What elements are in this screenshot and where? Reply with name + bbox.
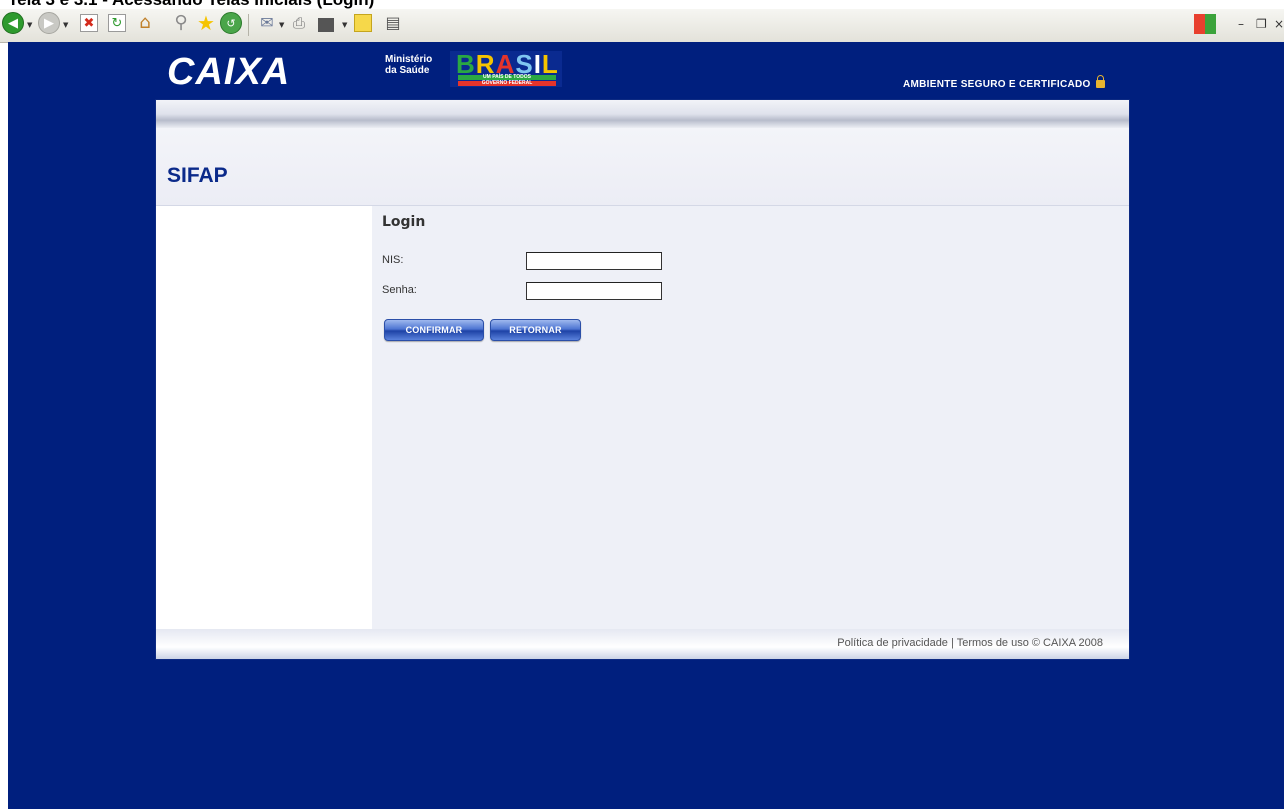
edit-icon[interactable]	[318, 18, 334, 32]
document-caption: Tela 3 e 3.1 - Acessando Telas Iniciais …	[8, 0, 374, 9]
restore-icon[interactable]: ❐	[1256, 17, 1267, 31]
ministerio-line2: da Saúde	[385, 65, 430, 76]
login-panel: Login NIS: Senha: CONFIRMAR RETORNAR	[372, 206, 1129, 629]
home-icon[interactable]: ⌂	[134, 12, 156, 34]
notes-icon[interactable]	[354, 14, 372, 32]
governo-federal-logo: BRASIL UM PAÍS DE TODOS GOVERNO FEDERAL	[450, 51, 562, 87]
print-icon[interactable]: ⎙	[288, 12, 310, 34]
search-icon[interactable]: ⚲	[170, 12, 192, 34]
browser-toolbar: ◀ ▼ ▶ ▼ ✖ ↻ ⌂ ⚲ ★ ↺ ✉ ▼ ⎙ ▼ ▤ – ❐ ×	[0, 9, 1284, 43]
research-icon[interactable]: ▤	[382, 12, 404, 34]
stop-icon[interactable]: ✖	[80, 14, 98, 32]
left-column	[156, 206, 372, 629]
edit-dropdown-icon[interactable]: ▼	[342, 21, 347, 29]
mail-dropdown-icon[interactable]: ▼	[279, 21, 284, 29]
refresh-icon[interactable]: ↻	[108, 14, 126, 32]
forward-dropdown-icon[interactable]: ▼	[63, 21, 68, 29]
ministerio-line1: Ministério	[385, 54, 433, 65]
return-button[interactable]: RETORNAR	[490, 319, 581, 341]
secure-text: AMBIENTE SEGURO E CERTIFICADO	[903, 79, 1091, 90]
history-icon[interactable]: ↺	[220, 12, 242, 34]
windows-logo-icon	[1194, 14, 1216, 34]
toolbar-separator	[248, 14, 249, 36]
login-heading: Login	[382, 214, 426, 230]
lock-icon	[1095, 75, 1105, 88]
browser-viewport: CAIXA Ministério da Saúde BRASIL UM PAÍS…	[8, 42, 1284, 809]
header-bar	[156, 100, 1129, 128]
page-title: SIFAP	[167, 164, 228, 187]
footer: Política de privacidade | Termos de uso …	[156, 629, 1129, 659]
mail-icon[interactable]: ✉	[256, 12, 278, 34]
senha-input[interactable]	[526, 282, 662, 300]
page-container: SIFAP Login NIS: Senha: CONFIRMAR RETORN…	[156, 100, 1129, 659]
minimize-icon[interactable]: –	[1238, 17, 1244, 31]
confirm-button[interactable]: CONFIRMAR	[384, 319, 484, 341]
brasil-govt: GOVERNO FEDERAL	[458, 81, 556, 86]
back-dropdown-icon[interactable]: ▼	[27, 21, 32, 29]
forward-icon[interactable]: ▶	[38, 12, 60, 34]
back-icon[interactable]: ◀	[2, 12, 24, 34]
nis-input[interactable]	[526, 252, 662, 270]
senha-label: Senha:	[382, 284, 417, 296]
caixa-logo: CAIXA	[167, 51, 291, 93]
close-icon[interactable]: ×	[1274, 17, 1284, 31]
title-band: SIFAP	[156, 128, 1129, 206]
ministerio-saude-logo: Ministério da Saúde	[385, 54, 432, 76]
favorites-icon[interactable]: ★	[195, 12, 217, 34]
footer-links: Política de privacidade | Termos de uso …	[837, 637, 1103, 649]
nis-label: NIS:	[382, 254, 404, 266]
secure-environment-label: AMBIENTE SEGURO E CERTIFICADO	[903, 75, 1105, 90]
